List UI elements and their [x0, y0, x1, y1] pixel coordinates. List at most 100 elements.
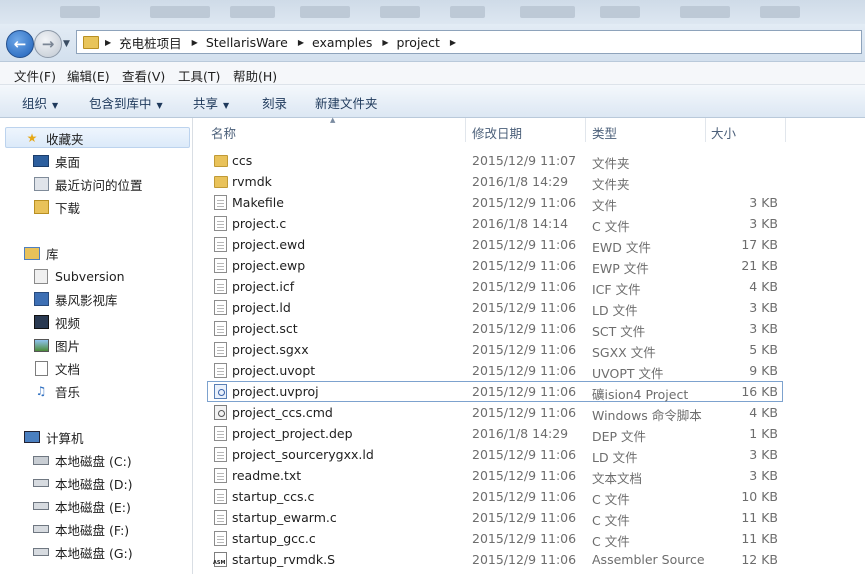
subversion-library-icon — [33, 268, 49, 284]
nav-videos[interactable]: 视频 — [33, 311, 80, 333]
file-row[interactable]: startup_gcc.c 2015/12/9 11:06 C 文件 11 KB — [193, 528, 865, 549]
file-name: readme.txt — [232, 468, 302, 483]
nav-drive-f[interactable]: 本地磁盘 (F:) — [33, 518, 129, 540]
breadcrumb-item[interactable]: StellarisWare — [206, 35, 288, 50]
menu-help[interactable]: 帮助(H) — [233, 66, 277, 85]
nav-recent-label: 最近访问的位置 — [55, 177, 143, 193]
breadcrumb-item[interactable]: project — [397, 35, 440, 50]
nav-music[interactable]: ♫ 音乐 — [33, 380, 80, 402]
file-row[interactable]: startup_rvmdk.S 2015/12/9 11:06 Assembler … — [193, 549, 865, 570]
file-name: startup_gcc.c — [232, 531, 316, 546]
address-box[interactable]: ▶ 充电桩项目 ▶ StellarisWare ▶ examples ▶ pro… — [76, 30, 862, 54]
file-row[interactable]: project.icf 2015/12/9 11:06 ICF 文件 4 KB — [193, 276, 865, 297]
file-row[interactable]: rvmdk 2016/1/8 14:29 文件夹 — [193, 171, 865, 192]
column-divider[interactable] — [785, 118, 786, 142]
file-date: 2015/12/9 11:06 — [472, 468, 577, 483]
file-type: LD 文件 — [592, 303, 638, 318]
file-row[interactable]: project.ewp 2015/12/9 11:06 EWP 文件 21 KB — [193, 255, 865, 276]
file-row[interactable]: startup_ewarm.c 2015/12/9 11:06 C 文件 11 KB — [193, 507, 865, 528]
file-row[interactable]: project.sgxx 2015/12/9 11:06 SGXX 文件 5 KB — [193, 339, 865, 360]
breadcrumb-separator-icon[interactable]: ▶ — [298, 38, 304, 47]
file-size: 17 KB — [741, 237, 778, 252]
column-name[interactable]: 名称 — [211, 123, 236, 142]
breadcrumb-item[interactable]: examples — [312, 35, 372, 50]
desktop-icon — [33, 154, 49, 168]
file-type: 文件夹 — [592, 156, 630, 171]
file-size: 5 KB — [749, 342, 778, 357]
column-date[interactable]: 修改日期 — [472, 123, 522, 142]
file-row[interactable]: project_project.dep 2016/1/8 14:29 DEP 文件 1… — [193, 423, 865, 444]
nav-subversion[interactable]: Subversion — [33, 265, 125, 287]
include-library-button[interactable]: 包含到库中 ▼ — [89, 93, 163, 112]
nav-recent[interactable]: 最近访问的位置 — [33, 173, 143, 195]
file-row[interactable]: ccs 2015/12/9 11:07 文件夹 — [193, 150, 865, 171]
recent-places-icon — [33, 177, 49, 191]
burn-button[interactable]: 刻录 — [262, 93, 287, 112]
share-label: 共享 — [193, 96, 219, 111]
file-size: 3 KB — [749, 447, 778, 462]
chevron-down-icon: ▼ — [52, 101, 59, 110]
organize-button[interactable]: 组织 ▼ — [22, 93, 58, 112]
nav-favorites-label: 收藏夹 — [46, 131, 84, 147]
file-name: project_project.dep — [232, 426, 353, 441]
forward-arrow-icon: → — [41, 35, 55, 53]
file-row[interactable]: project.ld 2015/12/9 11:06 LD 文件 3 KB — [193, 297, 865, 318]
sort-ascending-icon: ▲ — [330, 116, 336, 124]
share-button[interactable]: 共享 ▼ — [193, 93, 229, 112]
nav-favorites[interactable]: ★ 收藏夹 — [24, 127, 84, 149]
nav-drive-e[interactable]: 本地磁盘 (E:) — [33, 495, 131, 517]
uvision-icon — [214, 384, 227, 399]
file-row[interactable]: project_sourcerygxx.ld 2015/12/9 11:06 LD … — [193, 444, 865, 465]
menu-edit[interactable]: 编辑(E) — [67, 66, 110, 85]
column-divider[interactable] — [705, 118, 706, 142]
breadcrumb-separator-icon[interactable]: ▶ — [192, 38, 198, 47]
file-row[interactable]: project.uvproj 2015/12/9 11:06 礦ision4 Pro… — [193, 381, 865, 402]
file-type: C 文件 — [592, 534, 630, 549]
file-name: project.c — [232, 216, 287, 231]
breadcrumb-separator-icon[interactable]: ▶ — [105, 38, 111, 47]
column-divider[interactable] — [465, 118, 466, 142]
file-row[interactable]: startup_ccs.c 2015/12/9 11:06 C 文件 10 KB — [193, 486, 865, 507]
film-icon — [33, 315, 49, 329]
file-row[interactable]: project.sct 2015/12/9 11:06 SCT 文件 3 KB — [193, 318, 865, 339]
breadcrumb-separator-icon[interactable]: ▶ — [382, 38, 388, 47]
nav-drive-d[interactable]: 本地磁盘 (D:) — [33, 472, 133, 494]
breadcrumb: ▶ 充电桩项目 ▶ StellarisWare ▶ examples ▶ pro… — [105, 33, 464, 52]
file-row[interactable]: project.uvopt 2015/12/9 11:06 UVOPT 文件 9 KB — [193, 360, 865, 381]
file-date: 2016/1/8 14:14 — [472, 216, 569, 231]
column-type[interactable]: 类型 — [592, 123, 617, 142]
nav-pictures[interactable]: 图片 — [33, 334, 80, 356]
nav-baofeng[interactable]: 暴风影视库 — [33, 288, 118, 310]
text-file-icon — [214, 468, 227, 483]
breadcrumb-item[interactable]: 充电桩项目 — [119, 33, 182, 52]
file-type: EWD 文件 — [592, 240, 651, 255]
new-folder-button[interactable]: 新建文件夹 — [315, 93, 378, 112]
back-button[interactable]: ← — [6, 30, 34, 58]
breadcrumb-separator-icon[interactable]: ▶ — [450, 38, 456, 47]
nav-drive-g[interactable]: 本地磁盘 (G:) — [33, 541, 133, 563]
nav-drive-c-label: 本地磁盘 (C:) — [55, 453, 132, 469]
file-row[interactable]: project.c 2016/1/8 14:14 C 文件 3 KB — [193, 213, 865, 234]
nav-libraries[interactable]: 库 — [24, 242, 59, 264]
file-row[interactable]: Makefile 2015/12/9 11:06 文件 3 KB — [193, 192, 865, 213]
nav-documents[interactable]: 文档 — [33, 357, 80, 379]
file-name: project.sgxx — [232, 342, 309, 357]
file-row[interactable]: readme.txt 2015/12/9 11:06 文本文档 3 KB — [193, 465, 865, 486]
back-arrow-icon: ← — [13, 35, 27, 53]
menu-view[interactable]: 查看(V) — [122, 66, 165, 85]
nav-desktop-label: 桌面 — [55, 154, 81, 170]
file-row[interactable]: project_ccs.cmd 2015/12/9 11:06 Windows 命令… — [193, 402, 865, 423]
menu-file[interactable]: 文件(F) — [14, 66, 56, 85]
column-divider[interactable] — [585, 118, 586, 142]
forward-button[interactable]: → — [34, 30, 62, 58]
file-row[interactable]: project.ewd 2015/12/9 11:06 EWD 文件 17 KB — [193, 234, 865, 255]
menu-tools[interactable]: 工具(T) — [178, 66, 220, 85]
nav-drive-c[interactable]: 本地磁盘 (C:) — [33, 449, 132, 471]
history-dropdown-icon[interactable]: ▼ — [63, 39, 70, 49]
nav-computer[interactable]: 计算机 — [24, 426, 84, 448]
column-size[interactable]: 大小 — [711, 123, 736, 142]
file-size: 16 KB — [741, 384, 778, 399]
nav-downloads[interactable]: 下载 — [33, 196, 80, 218]
file-icon — [214, 258, 227, 273]
nav-desktop[interactable]: 桌面 — [33, 150, 80, 172]
